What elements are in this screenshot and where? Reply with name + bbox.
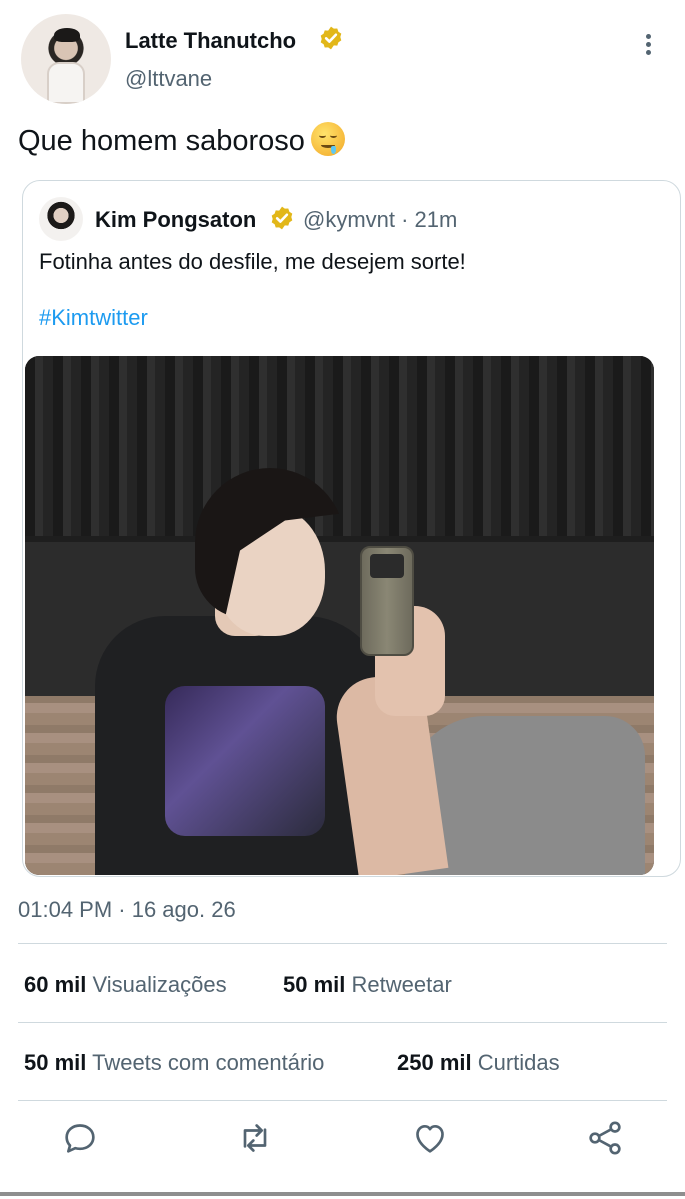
quoted-tweet-photo[interactable] — [25, 356, 654, 875]
quoted-author-avatar[interactable] — [39, 197, 83, 241]
quoted-author-name[interactable]: Kim Pongsaton — [95, 207, 256, 233]
divider — [18, 1022, 667, 1023]
author-handle[interactable]: @lttvane — [125, 66, 212, 92]
drooling-face-emoji — [310, 122, 345, 156]
share-icon[interactable] — [585, 1118, 625, 1158]
photo-curtain-backdrop — [25, 356, 654, 536]
retweets-stat[interactable]: 50 mil Retweetar — [283, 972, 452, 998]
reply-icon[interactable] — [60, 1118, 100, 1158]
author-display-name[interactable]: Latte Thanutcho — [125, 28, 296, 54]
bottom-edge-bar — [0, 1192, 685, 1196]
views-stat[interactable]: 60 mil Visualizações — [24, 972, 227, 998]
phone-in-photo — [360, 546, 414, 656]
divider — [18, 1100, 667, 1101]
verified-badge-icon — [320, 26, 342, 50]
divider — [18, 943, 667, 944]
quote-tweets-stat[interactable]: 50 mil Tweets com comentário — [24, 1050, 324, 1076]
tweet-text: Que homem saboroso — [18, 125, 305, 157]
quoted-tweet-card[interactable]: Kim Pongsaton @kymvnt · 21m Fotinha ante… — [22, 180, 681, 877]
tweet-body: Que homem saboroso — [18, 122, 345, 158]
heart-icon[interactable] — [410, 1118, 450, 1158]
retweet-icon[interactable] — [235, 1118, 275, 1158]
author-avatar[interactable] — [21, 14, 111, 104]
verified-badge-icon — [271, 206, 293, 230]
more-options-icon[interactable] — [634, 30, 662, 58]
quoted-author-handle-time[interactable]: @kymvnt · 21m — [303, 207, 457, 233]
quoted-tweet-text: Fotinha antes do desfile, me desejem sor… — [39, 249, 466, 274]
tweet-header: Latte Thanutcho @lttvane — [0, 0, 685, 110]
likes-stat[interactable]: 250 mil Curtidas — [397, 1050, 560, 1076]
tweet-timestamp[interactable]: 01:04 PM · 16 ago. 26 — [18, 897, 236, 923]
hashtag-link[interactable]: #Kimtwitter — [39, 305, 148, 331]
action-bar — [0, 1118, 685, 1170]
